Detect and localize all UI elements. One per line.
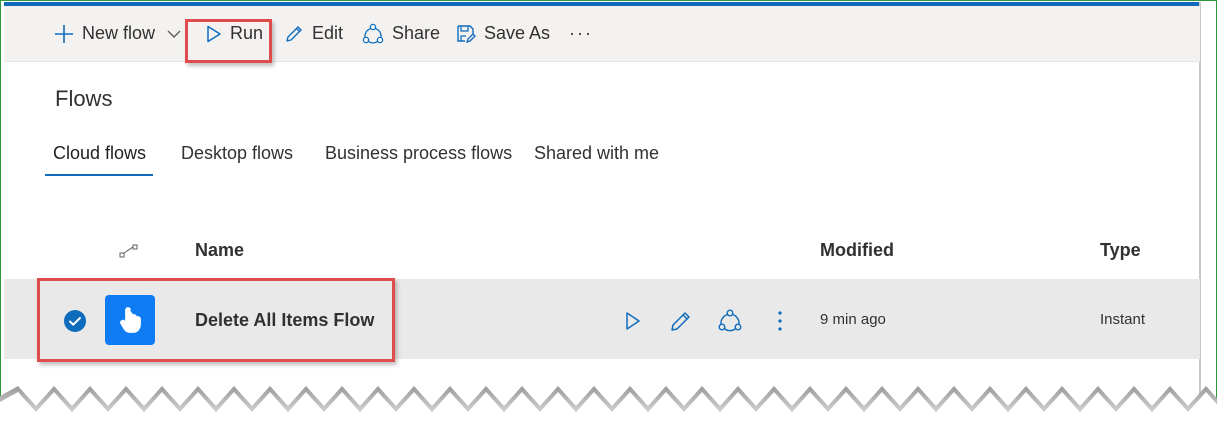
edit-label: Edit: [312, 23, 344, 43]
tab-cloud-flows[interactable]: Cloud flows: [53, 143, 146, 164]
more-vertical-icon: [778, 311, 782, 331]
plus-icon: [54, 24, 74, 44]
command-bar: New flow Run Edit Share Save As ···: [4, 6, 1200, 62]
row-highlight-box: [37, 278, 395, 362]
row-share-button[interactable]: [717, 308, 743, 334]
page-title: Flows: [55, 86, 113, 111]
file-type-icon: [119, 243, 139, 264]
save-as-label: Save As: [484, 23, 551, 43]
chevron-down-icon[interactable]: [167, 29, 181, 39]
pencil-icon: [671, 312, 690, 331]
active-tab-indicator: [45, 174, 153, 176]
pencil-icon: [284, 24, 304, 44]
column-header-name[interactable]: Name: [195, 240, 244, 261]
play-icon: [626, 312, 640, 330]
new-flow-label: New flow: [82, 23, 156, 43]
row-more-button[interactable]: [767, 308, 793, 334]
more-options-button[interactable]: ···: [569, 6, 593, 61]
tab-desktop-flows[interactable]: Desktop flows: [181, 143, 293, 164]
torn-edge-decoration: [0, 386, 1217, 435]
row-type: Instant: [1100, 311, 1146, 328]
row-modified: 9 min ago: [820, 311, 886, 328]
share-icon: [718, 309, 742, 332]
edit-button[interactable]: Edit: [284, 6, 343, 61]
row-edit-button[interactable]: [668, 308, 694, 334]
tab-shared-with-me[interactable]: Shared with me: [534, 143, 659, 164]
screenshot-frame: [0, 0, 1217, 435]
tab-business-process-flows[interactable]: Business process flows: [325, 143, 512, 164]
new-flow-button[interactable]: New flow: [54, 6, 181, 61]
column-header-type[interactable]: Type: [1100, 240, 1141, 261]
share-label: Share: [392, 23, 441, 43]
share-button[interactable]: Share: [362, 6, 440, 61]
column-header-modified[interactable]: Modified: [820, 240, 894, 261]
row-run-button[interactable]: [620, 308, 646, 334]
save-as-button[interactable]: Save As: [456, 6, 550, 61]
run-highlight-box: [185, 19, 272, 63]
save-as-icon: [456, 24, 476, 44]
share-icon: [362, 23, 384, 45]
